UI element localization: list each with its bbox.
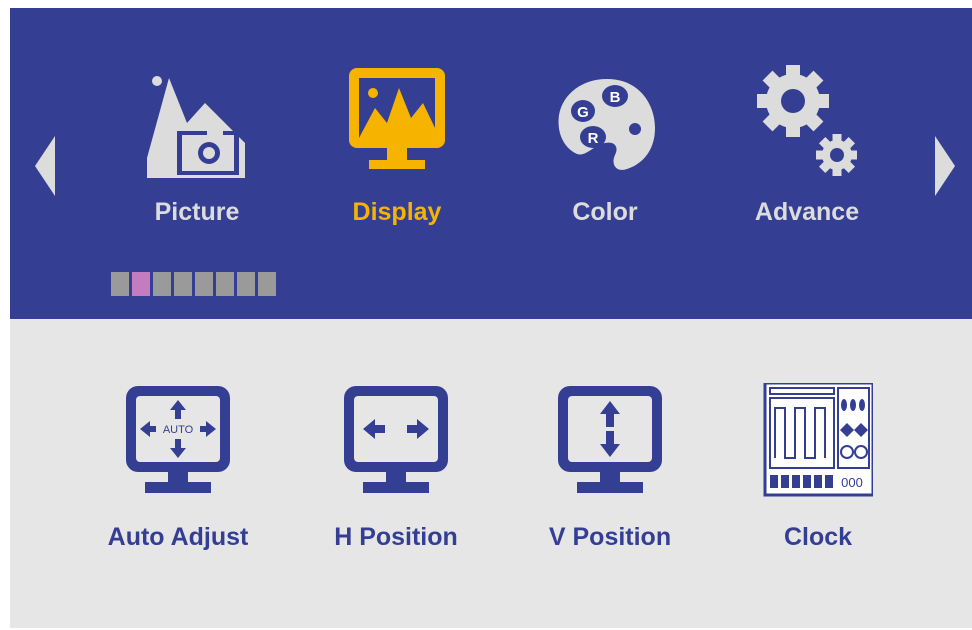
palette-icon: B G R: [558, 79, 655, 170]
page-indicator-dot: [216, 272, 234, 296]
item-h-position[interactable]: H Position: [296, 383, 496, 563]
tab-color[interactable]: B G R Color: [520, 58, 690, 248]
v-position-icon: [558, 386, 662, 493]
page-indicator-dot: [258, 272, 276, 296]
clock-icon: 000: [763, 383, 873, 497]
palette-letter-r: R: [588, 130, 599, 147]
gears-icon: [757, 65, 857, 176]
page-indicator-dot: [132, 272, 150, 296]
clock-counter: 000: [841, 475, 863, 490]
item-clock[interactable]: 000 Clock: [718, 383, 918, 563]
page-indicator-dot: [237, 272, 255, 296]
palette-letter-g: G: [577, 104, 589, 121]
page-indicator-dot: [153, 272, 171, 296]
page-indicator: [111, 272, 276, 296]
tab-advance[interactable]: Advance: [722, 58, 892, 248]
item-label-h-position: H Position: [334, 523, 458, 551]
tab-label-color: Color: [572, 198, 638, 226]
chevron-right-icon[interactable]: [935, 136, 955, 196]
tab-label-advance: Advance: [754, 198, 860, 226]
palette-letter-b: B: [610, 89, 621, 106]
category-bar: Picture Display B G R Color Advance: [10, 8, 972, 319]
page-indicator-dot: [111, 272, 129, 296]
osd-menu: Picture Display B G R Color Advance AUTO…: [10, 8, 972, 628]
item-label-clock: Clock: [783, 523, 853, 551]
page-indicator-dot: [195, 272, 213, 296]
h-position-icon: [344, 386, 448, 493]
auto-badge: AUTO: [163, 424, 194, 436]
item-label-v-position: V Position: [548, 523, 672, 551]
tab-label-picture: Picture: [154, 198, 240, 226]
auto-adjust-icon: AUTO: [126, 386, 230, 493]
item-auto-adjust[interactable]: AUTO Auto Adjust: [78, 383, 278, 563]
item-label-auto-adjust: Auto Adjust: [107, 523, 249, 551]
chevron-left-icon[interactable]: [35, 136, 55, 196]
tab-picture[interactable]: Picture: [112, 58, 282, 248]
tab-label-display: Display: [352, 198, 442, 226]
item-v-position[interactable]: V Position: [510, 383, 710, 563]
page-indicator-dot: [174, 272, 192, 296]
tab-display[interactable]: Display: [312, 58, 482, 248]
display-icon: [349, 68, 445, 169]
picture-icon: [147, 76, 245, 178]
